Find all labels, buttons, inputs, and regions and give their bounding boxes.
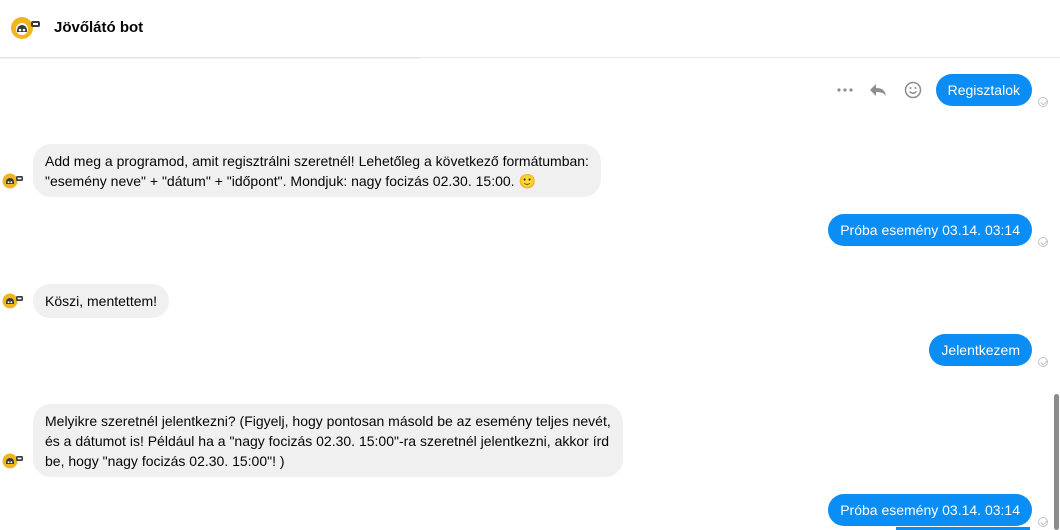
bot-avatar-icon [2,451,24,471]
seen-check-icon [1038,357,1048,367]
seen-check-icon [1038,237,1048,247]
message-text: Próba esemény 03.14. 03:14 [840,222,1020,238]
bot-avatar-icon [2,171,24,191]
incoming-message[interactable]: Melyikre szeretnél jelentkezni? (Figyelj… [33,404,623,477]
outgoing-message[interactable]: Próba esemény 03.14. 03:14 [828,214,1032,246]
scrollbar-thumb[interactable] [1054,394,1059,530]
message-line: Köszi, mentettem! [45,293,158,309]
outgoing-message[interactable]: Próba esemény 03.14. 03:14 [828,494,1032,526]
smiley-icon[interactable] [902,79,924,101]
incoming-message[interactable]: Add meg a programod, amit regisztrálni s… [33,144,601,197]
message-line: Add meg a programod, amit regisztrálni s… [45,153,589,169]
emoji: 🙂 [518,173,536,189]
header-divider [0,58,420,59]
chat-header: Jövőlátó bot [0,0,1060,58]
message-line-text: "esemény neve" + "dátum" + "időpont". Mo… [45,173,515,189]
message-text: Próba esemény 03.14. 03:14 [840,502,1020,518]
more-horizontal-icon[interactable] [834,79,856,101]
message-line: Melyikre szeretnél jelentkezni? (Figyelj… [45,413,611,429]
message-line: és a dátumot is! Például ha a "nagy foci… [45,433,610,449]
message-text: Regisztalok [947,82,1020,98]
message-line: "esemény neve" + "dátum" + "időpont". Mo… [45,171,589,191]
bot-avatar-icon [2,291,24,311]
reply-icon[interactable] [867,79,889,101]
messenger-chat-window: Jövőlátó bot Regisztalok Add meg a progr… [0,0,1060,530]
page-title: Jövőlátó bot [54,19,144,36]
outgoing-message[interactable]: Jelentkezem [929,334,1032,366]
seen-check-icon [1038,97,1048,107]
incoming-message[interactable]: Köszi, mentettem! [33,284,170,318]
outgoing-message[interactable]: Regisztalok [935,74,1032,106]
bot-avatar-icon[interactable] [10,15,42,46]
message-line: be, hogy "nagy focizás 02.30. 15:00"! ) [45,453,285,469]
message-text: Jelentkezem [941,342,1020,358]
seen-check-icon [1038,517,1048,527]
scrollbar[interactable] [1054,58,1060,530]
